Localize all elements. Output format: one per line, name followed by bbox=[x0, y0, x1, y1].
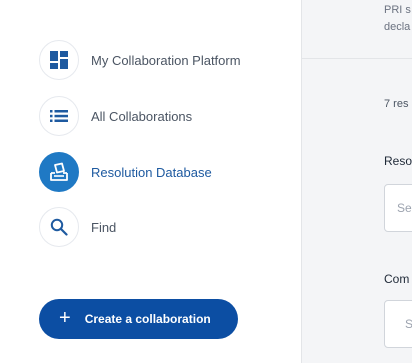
resolution-select-placeholder: Se bbox=[397, 201, 412, 215]
results-count: 7 res bbox=[384, 98, 409, 110]
ballot-box-icon bbox=[39, 152, 79, 192]
sidebar: My Collaboration Platform All Collaborat… bbox=[0, 0, 301, 363]
search-icon bbox=[39, 207, 79, 247]
sidebar-item-find[interactable]: Find bbox=[39, 207, 116, 247]
company-select[interactable]: S bbox=[384, 300, 412, 348]
sidebar-item-my-collaboration-platform[interactable]: My Collaboration Platform bbox=[39, 40, 241, 80]
create-collaboration-button[interactable]: + Create a collaboration bbox=[39, 299, 238, 339]
create-collaboration-label: Create a collaboration bbox=[84, 312, 211, 326]
sidebar-item-label: My Collaboration Platform bbox=[91, 52, 241, 68]
sidebar-item-label: All Collaborations bbox=[91, 108, 193, 124]
dashboard-icon bbox=[39, 40, 79, 80]
resolution-filter-label: Reso bbox=[384, 154, 412, 168]
sidebar-item-label: Resolution Database bbox=[91, 164, 212, 180]
sidebar-item-all-collaborations[interactable]: All Collaborations bbox=[39, 96, 192, 136]
list-icon bbox=[39, 96, 79, 136]
divider bbox=[302, 58, 412, 59]
plus-icon: + bbox=[59, 307, 71, 329]
company-select-placeholder: S bbox=[405, 317, 412, 331]
description-text: PRI s decla bbox=[384, 4, 411, 33]
sidebar-item-label: Find bbox=[91, 219, 117, 235]
resolution-select[interactable]: Se bbox=[384, 184, 412, 232]
sidebar-item-resolution-database[interactable]: Resolution Database bbox=[39, 152, 212, 192]
main-panel: PRI s decla 7 res Reso Se Com S bbox=[301, 0, 412, 363]
company-filter-label: Com bbox=[384, 272, 410, 286]
